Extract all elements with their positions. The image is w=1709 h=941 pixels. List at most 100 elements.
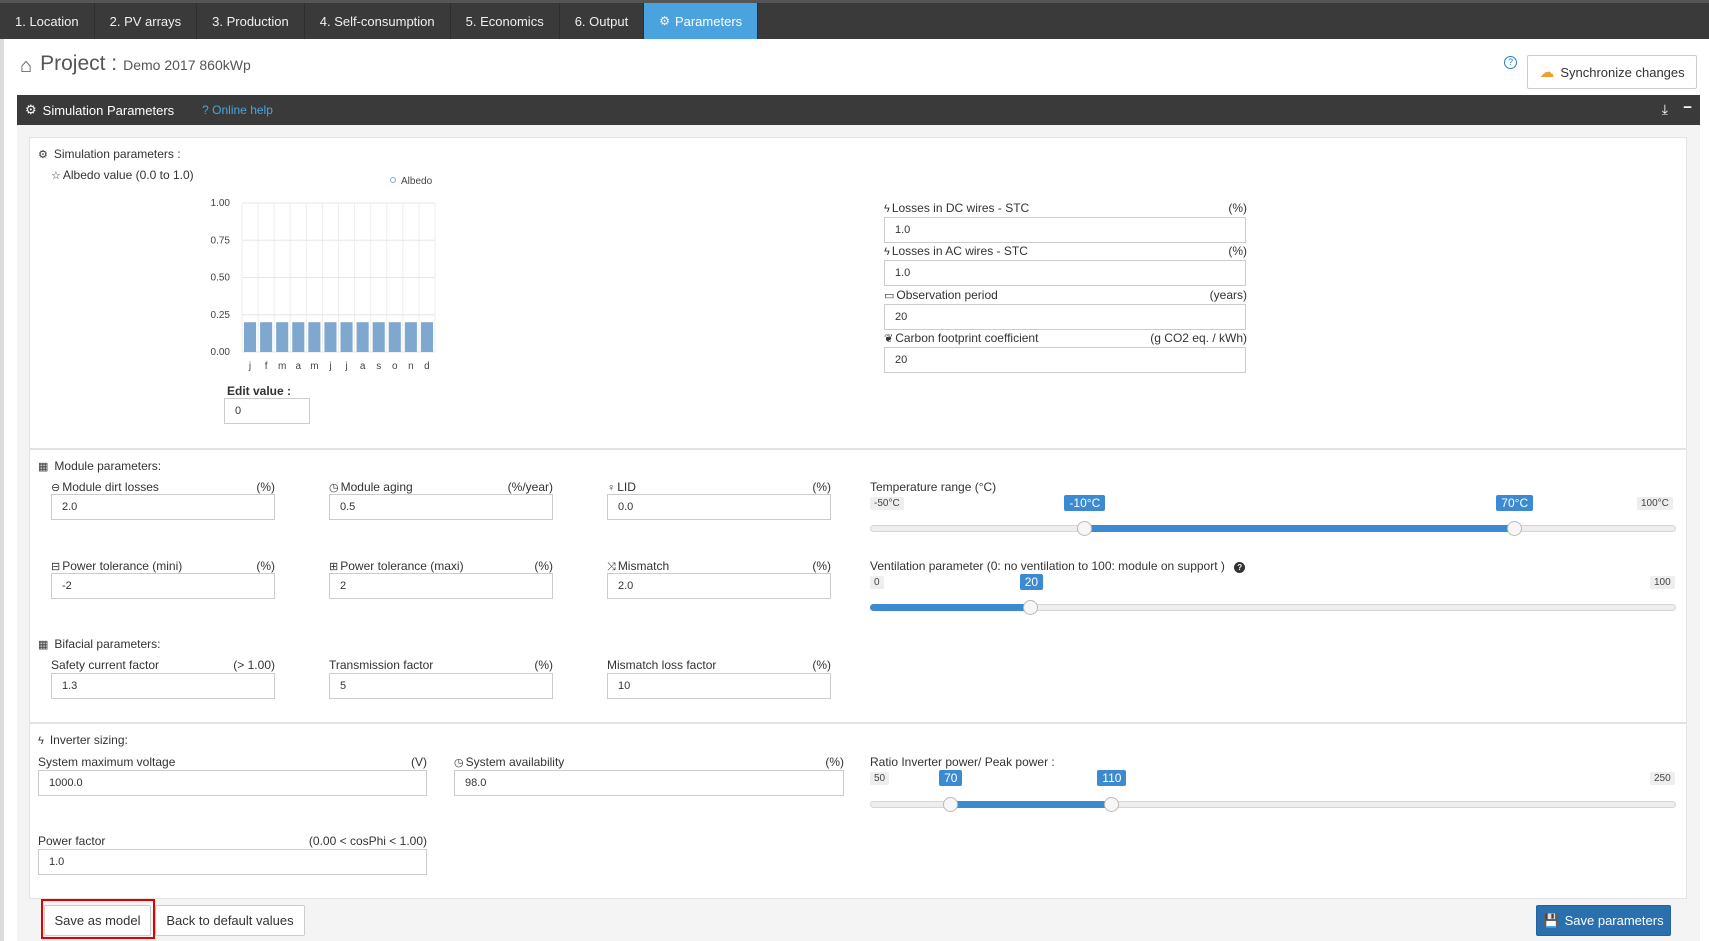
legend-label: Albedo [401, 176, 433, 187]
chart-y-tick-label: 0.00 [211, 347, 231, 358]
chart-x-tick-label: o [392, 361, 398, 372]
power-tolerance-min-input[interactable] [51, 573, 275, 599]
chart-bar[interactable] [260, 322, 273, 352]
bifacial-section-title: ▦ Bifacial parameters: [38, 637, 160, 651]
save-as-model-button[interactable]: Save as model [44, 905, 151, 936]
transmission-factor-input[interactable] [329, 673, 553, 699]
temperature-high-handle[interactable] [1506, 521, 1522, 536]
lightbulb-icon: ♀ [607, 482, 616, 494]
ratio-slider-fill [950, 801, 1112, 808]
module-dirt-unit: (%) [256, 480, 275, 494]
ventilation-label-text: Ventilation parameter (0: no ventilation… [870, 559, 1225, 573]
tab-economics[interactable]: 5. Economics [451, 3, 560, 39]
help-icon[interactable]: ? [1504, 56, 1517, 69]
chart-bar[interactable] [292, 322, 305, 352]
ratio-high-handle[interactable] [1103, 797, 1119, 812]
temperature-low-handle[interactable] [1076, 521, 1092, 536]
download-icon[interactable]: ⤓ [1662, 101, 1668, 118]
chart-bar[interactable] [276, 322, 289, 352]
ratio-low-value: 70 [939, 770, 963, 786]
panel-title: Simulation Parameters [42, 102, 175, 118]
mismatch-unit: (%) [812, 559, 831, 573]
chart-y-tick-label: 0.25 [211, 310, 231, 321]
chart-x-tick-label: j [248, 361, 251, 372]
chart-legend: Albedo [390, 176, 433, 187]
mismatch-loss-input[interactable] [607, 673, 831, 699]
lid-input[interactable] [607, 494, 831, 520]
ventilation-label: Ventilation parameter (0: no ventilation… [870, 559, 1246, 573]
tab-pv-arrays[interactable]: 2. PV arrays [95, 3, 198, 39]
module-aging-label: ◷ Module aging [329, 480, 413, 494]
top-navigation: 1. Location 2. PV arrays 3. Production 4… [0, 0, 1709, 39]
observation-period-input[interactable] [884, 304, 1246, 330]
chart-bar[interactable] [356, 322, 369, 352]
shuffle-icon: ⤨ [607, 561, 616, 573]
grid-icon: ▦ [38, 639, 49, 651]
section-title-text: Module parameters: [54, 459, 162, 473]
power-tolerance-min-label: ⊟ Power tolerance (mini) [51, 559, 182, 573]
minimize-icon[interactable]: − [1683, 99, 1692, 116]
system-availability-unit: (%) [825, 755, 844, 769]
chart-bar[interactable] [244, 322, 257, 352]
ratio-min-label: 50 [870, 772, 890, 785]
chart-bar[interactable] [388, 322, 401, 352]
tab-label: 1. Location [15, 13, 79, 29]
dc-wires-unit: (%) [1228, 201, 1247, 215]
edit-value-input[interactable] [224, 398, 310, 424]
inverter-section-title: ϟ Inverter sizing: [38, 733, 128, 747]
system-availability-input[interactable] [454, 770, 844, 796]
power-tolerance-max-unit: (%) [534, 559, 553, 573]
tab-output[interactable]: 6. Output [560, 3, 645, 39]
mismatch-input[interactable] [607, 573, 831, 599]
carbon-footprint-label: ❦ Carbon footprint coefficient [884, 331, 1038, 345]
observation-label-text: Observation period [896, 288, 998, 302]
chart-bar[interactable] [324, 322, 337, 352]
leaf-icon: ❦ [884, 333, 894, 345]
back-to-default-button[interactable]: Back to default values [155, 905, 305, 936]
power-factor-input[interactable] [38, 849, 427, 875]
simulation-section-title: ⚙ Simulation parameters : [38, 147, 181, 161]
save-parameters-label: Save parameters [1564, 913, 1664, 928]
transmission-factor-unit: (%) [534, 658, 553, 672]
tab-parameters[interactable]: ⚙ Parameters [644, 3, 759, 39]
home-icon[interactable]: ⌂ [20, 55, 32, 78]
chart-bar[interactable] [308, 322, 321, 352]
question-icon[interactable]: ? [1234, 562, 1246, 573]
ac-wires-input[interactable] [884, 260, 1246, 286]
online-help-link[interactable]: ? Online help [202, 103, 273, 117]
chart-bar[interactable] [420, 322, 433, 352]
mismatch-label-text: Mismatch [617, 559, 670, 573]
dc-wires-input[interactable] [884, 217, 1246, 243]
safety-current-unit: (> 1.00) [233, 658, 275, 672]
module-section-title: ▦ Module parameters: [38, 459, 161, 473]
bolt-icon: ϟ [884, 246, 890, 258]
ratio-low-handle[interactable] [942, 797, 958, 812]
chart-x-tick-label: a [296, 361, 302, 372]
module-aging-input[interactable] [329, 494, 553, 520]
tab-production[interactable]: 3. Production [197, 3, 305, 39]
temperature-high-value: 70°C [1496, 495, 1534, 511]
tol-min-label-text: Power tolerance (mini) [62, 559, 183, 573]
max-voltage-input[interactable] [38, 770, 427, 796]
temperature-min-label: -50°C [870, 497, 904, 510]
safety-current-label: Safety current factor [51, 658, 160, 672]
project-header: ⌂ Project : Demo 2017 860kWp [20, 52, 251, 78]
grid-icon: ▦ [38, 461, 49, 473]
tab-label: 5. Economics [465, 13, 544, 29]
save-parameters-button[interactable]: 💾 Save parameters [1536, 905, 1671, 936]
module-dirt-input[interactable] [51, 494, 275, 520]
chart-bar[interactable] [372, 322, 385, 352]
sync-label: Synchronize changes [1560, 64, 1685, 80]
tol-max-label-text: Power tolerance (maxi) [340, 559, 464, 573]
chart-bar[interactable] [340, 322, 353, 352]
ventilation-min-label: 0 [870, 576, 884, 589]
tab-self-consumption[interactable]: 4. Self-consumption [305, 3, 451, 39]
clock-icon: ◷ [454, 757, 464, 769]
synchronize-changes-button[interactable]: ☁ Synchronize changes [1527, 55, 1697, 89]
tab-label: 4. Self-consumption [319, 13, 435, 29]
power-tolerance-max-input[interactable] [329, 573, 553, 599]
tab-location[interactable]: 1. Location [0, 3, 95, 39]
carbon-footprint-input[interactable] [884, 347, 1246, 373]
safety-current-input[interactable] [51, 673, 275, 699]
chart-bar[interactable] [404, 322, 417, 352]
